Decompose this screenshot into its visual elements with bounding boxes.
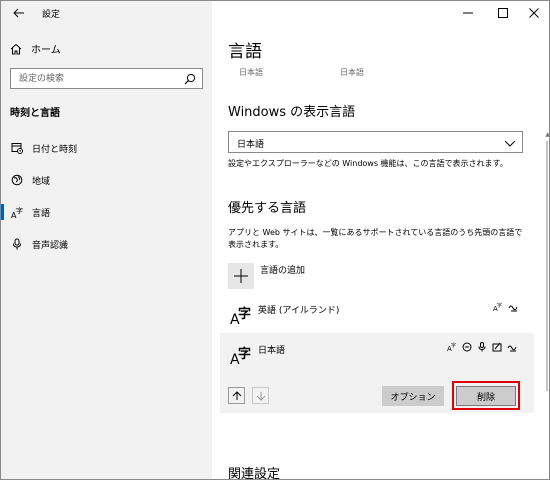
scroll-up-arrow[interactable]: ▲ (545, 131, 549, 138)
language-glyph-icon: A 字 (230, 343, 254, 368)
language-name: 英語 (アイルランド) (258, 306, 340, 316)
glyph-ji: 字 (238, 347, 252, 362)
page-title: 言語 (228, 42, 262, 62)
home-label: ホーム (31, 45, 61, 56)
home-link[interactable]: ホーム (10, 41, 61, 56)
display-language-icon: A字 (492, 301, 503, 312)
handwriting-icon (491, 341, 502, 352)
display-language-heading: Windows の表示言語 (228, 105, 356, 120)
arrow-up-icon (232, 390, 241, 400)
feature-icons: A字 (492, 301, 518, 312)
selected-indicator (1, 204, 4, 220)
related-settings-heading: 関連設定 (228, 467, 281, 480)
options-button[interactable]: オプション (382, 386, 444, 406)
speech-recognition-icon (476, 341, 487, 352)
svg-text:字: 字 (451, 342, 456, 349)
language-item-english[interactable]: A 字 英語 (アイルランド) A字 (220, 295, 534, 333)
keyboard-icon (506, 341, 517, 352)
add-language-label: 言語の追加 (260, 266, 306, 276)
globe-region-icon (10, 173, 24, 187)
sidebar-item-date-time[interactable]: 日付と時刻 (1, 135, 212, 161)
display-language-icon: A字 (446, 341, 457, 352)
svg-text:字: 字 (16, 206, 23, 215)
current-language-value: 日本語 (239, 68, 263, 77)
back-arrow-icon (13, 8, 24, 18)
main-content: 言語 日本語 日本語 Windows の表示言語 日本語 設定やエクスプローラー… (212, 1, 549, 480)
plus-icon (228, 263, 254, 289)
svg-text:字: 字 (497, 302, 502, 309)
search-input[interactable] (11, 69, 179, 88)
move-down-button[interactable] (252, 387, 269, 404)
language-glyph-icon: A 字 (230, 303, 254, 328)
back-button[interactable] (10, 4, 28, 22)
scrollbar[interactable] (546, 141, 548, 391)
feature-icons: A字 (446, 341, 517, 352)
remove-button[interactable]: 削除 (456, 386, 516, 406)
sidebar-item-label: 地域 (32, 176, 51, 187)
arrow-down-icon (256, 391, 265, 401)
sidebar-item-speech[interactable]: 音声認識 (1, 231, 212, 257)
add-language-button[interactable]: 言語の追加 (228, 263, 305, 289)
app-title: 設定 (42, 10, 61, 20)
current-language-value-2: 日本語 (340, 68, 364, 77)
text-to-speech-icon (461, 341, 472, 352)
microphone-icon (10, 237, 24, 251)
dropdown-value: 日本語 (237, 140, 265, 150)
display-language-dropdown[interactable]: 日本語 (228, 131, 523, 153)
sidebar-item-label: 言語 (32, 208, 51, 219)
display-language-description: 設定やエクスプローラーなどの Windows 機能は、この言語で表示されます。 (228, 159, 508, 168)
move-up-button[interactable] (228, 387, 245, 404)
preferred-languages-description: アプリと Web サイトは、一覧にあるサポートされている言語のうち先頭の言語で表… (228, 228, 523, 249)
search-box[interactable] (10, 68, 203, 89)
home-icon (10, 43, 22, 54)
calendar-clock-icon (10, 141, 24, 155)
sidebar-item-language[interactable]: A字 言語 (1, 199, 212, 225)
section-title: 時刻と言語 (10, 108, 60, 119)
sidebar: 設定 ホーム 時刻と言語 日付と時刻 地域 A字 言語 (1, 1, 212, 479)
language-name: 日本語 (258, 346, 286, 356)
language-icon: A字 (10, 205, 24, 219)
sidebar-item-region[interactable]: 地域 (1, 167, 212, 193)
glyph-ji: 字 (238, 307, 252, 322)
sidebar-item-label: 音声認識 (32, 240, 69, 251)
sidebar-item-label: 日付と時刻 (32, 144, 78, 155)
search-icon[interactable] (184, 73, 196, 85)
chevron-down-icon (504, 140, 516, 147)
preferred-languages-heading: 優先する言語 (228, 201, 307, 216)
handwriting-icon (507, 301, 518, 312)
settings-window: 設定 ホーム 時刻と言語 日付と時刻 地域 A字 言語 (0, 0, 550, 480)
